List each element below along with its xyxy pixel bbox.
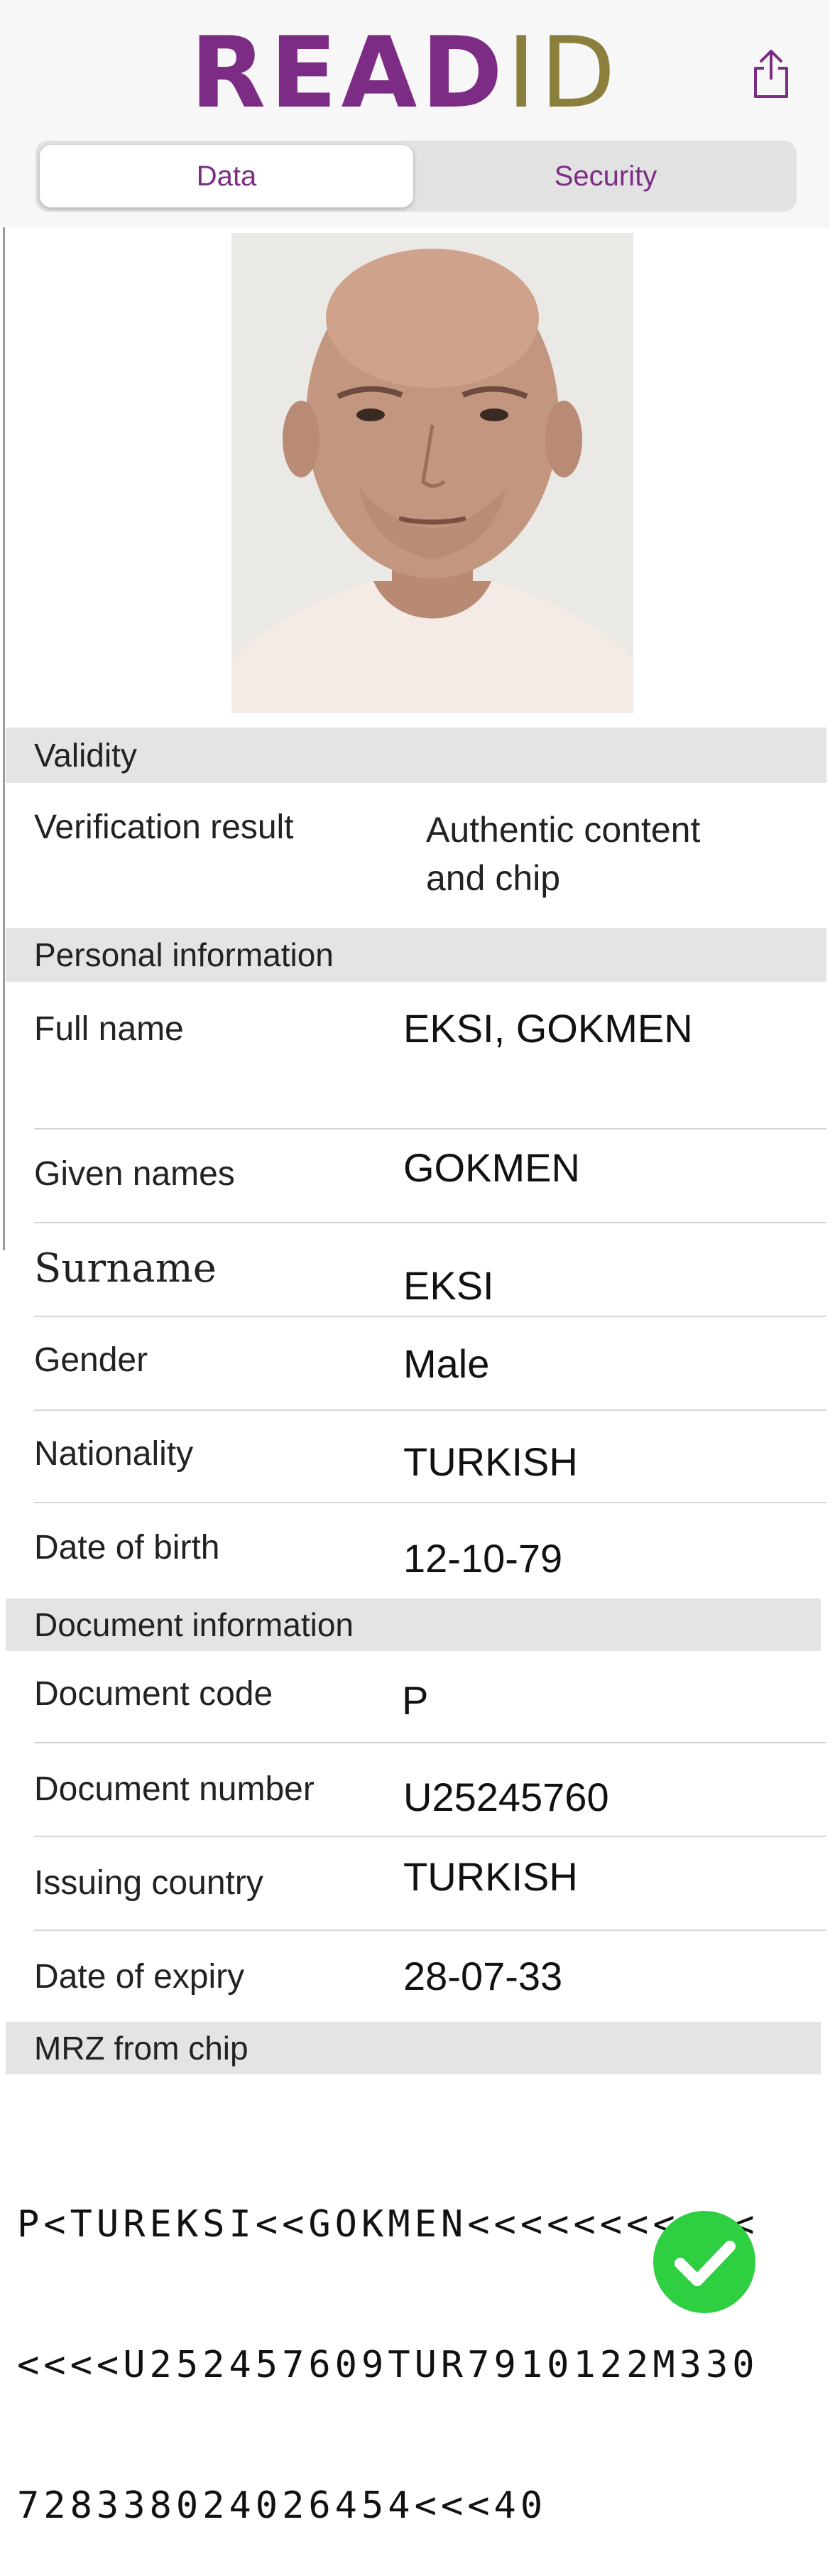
verification-result-value-line2: and chip xyxy=(426,858,561,898)
row-divider xyxy=(34,1836,826,1837)
document-code-value: P xyxy=(402,1678,429,1723)
row-divider xyxy=(34,1742,826,1743)
section-validity-header: Validity xyxy=(6,727,826,783)
given-names-label: Given names xyxy=(34,1155,235,1193)
mrz-line: 728338024026454<<<40 xyxy=(17,2484,547,2527)
full-name-value: EKSI, GOKMEN xyxy=(403,1006,693,1051)
issuing-country-value: TURKISH xyxy=(403,1854,578,1899)
gender-value: Male xyxy=(403,1341,490,1386)
nationality-value: TURKISH xyxy=(403,1439,578,1484)
full-name-label: Full name xyxy=(34,1010,184,1048)
tab-switcher: Data Security xyxy=(36,141,797,212)
mrz-text: P<TUREKSI<<GOKMEN<<<<<<<<<<< <<<<U252457… xyxy=(17,2107,759,2576)
surname-label: Surname xyxy=(34,1245,217,1292)
logo-main: READ xyxy=(190,16,507,130)
row-divider xyxy=(34,1409,826,1411)
tab-data[interactable]: Data xyxy=(40,145,413,207)
date-of-birth-label: Date of birth xyxy=(34,1529,220,1566)
row-divider xyxy=(34,1316,826,1317)
section-document-header: Document information xyxy=(6,1598,821,1651)
gender-label: Gender xyxy=(34,1341,148,1379)
issuing-country-label: Issuing country xyxy=(34,1864,263,1902)
mrz-line: <<<<U252457609TUR7910122M330 xyxy=(17,2344,759,2386)
verification-result-value-line1: Authentic content xyxy=(426,810,701,850)
date-of-expiry-value: 28-07-33 xyxy=(403,1954,563,1998)
document-code-label: Document code xyxy=(34,1675,273,1713)
app-header: READID Data Security xyxy=(0,0,830,227)
readid-logo: READID xyxy=(190,24,620,122)
checkmark-icon xyxy=(653,2211,755,2313)
row-divider xyxy=(34,1128,826,1130)
row-divider xyxy=(34,1222,826,1223)
share-icon[interactable] xyxy=(751,48,791,99)
given-names-value: GOKMEN xyxy=(403,1145,580,1190)
date-of-expiry-label: Date of expiry xyxy=(34,1958,245,1996)
portrait-photo xyxy=(231,233,633,713)
date-of-birth-value: 12-10-79 xyxy=(403,1536,563,1581)
surname-value: EKSI xyxy=(403,1263,494,1308)
nationality-label: Nationality xyxy=(34,1435,194,1473)
row-divider xyxy=(34,1502,826,1503)
logo-tail: ID xyxy=(506,16,620,130)
tab-security[interactable]: Security xyxy=(419,145,792,207)
section-personal-header: Personal information xyxy=(6,928,826,982)
section-mrz-header: MRZ from chip xyxy=(6,2022,821,2074)
mrz-line: P<TUREKSI<<GOKMEN<<<<<<<<<<< xyxy=(17,2203,759,2246)
document-number-label: Document number xyxy=(34,1770,315,1808)
document-number-value: U25245760 xyxy=(403,1775,609,1819)
row-divider xyxy=(34,1930,826,1931)
verification-result-label: Verification result xyxy=(34,808,294,846)
